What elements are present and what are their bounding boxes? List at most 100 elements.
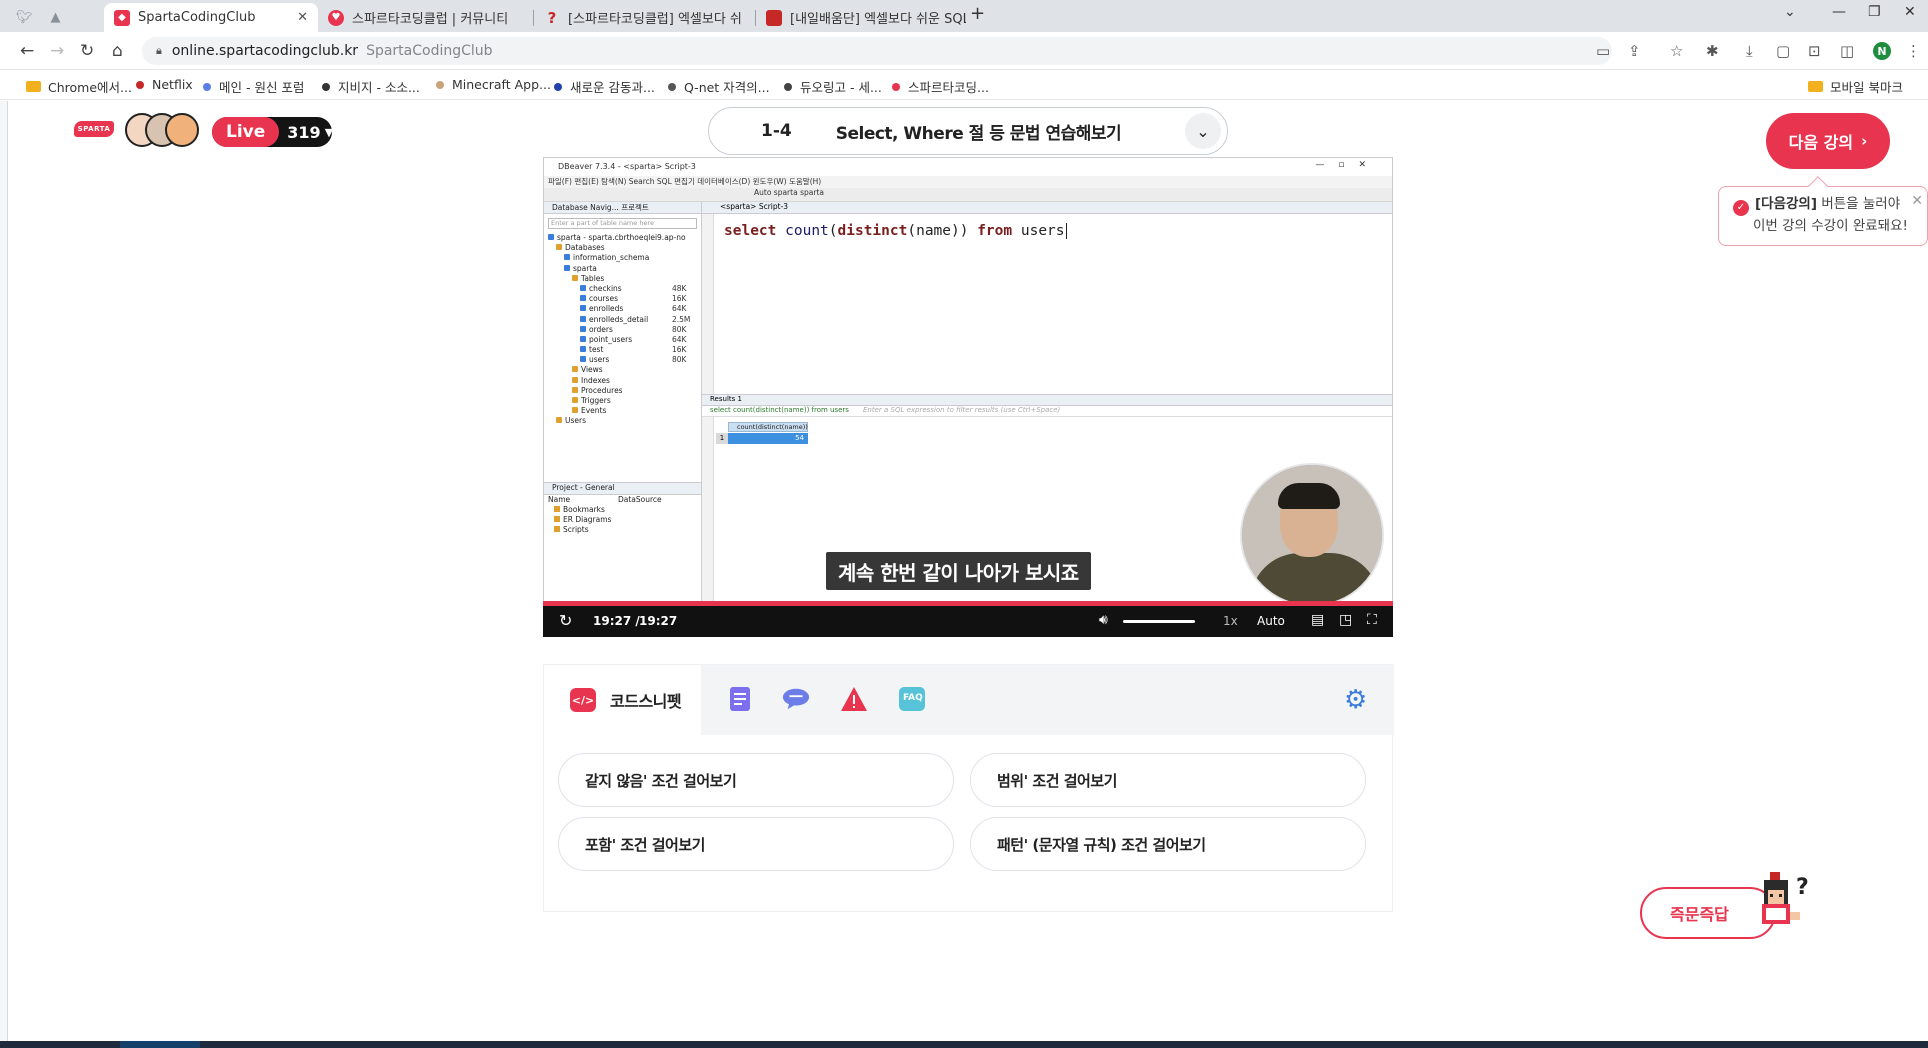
bookmark-item[interactable]: 지비지 - 소소... <box>322 77 420 96</box>
replay-icon[interactable]: ↻ <box>559 611 572 630</box>
close-icon[interactable]: ✕ <box>289 10 308 25</box>
close-window-icon[interactable]: ✕ <box>1904 4 1916 20</box>
svg-text:?: ? <box>1796 875 1809 900</box>
left-edge-strip <box>0 101 8 1041</box>
bookmark-item[interactable]: 메인 - 원신 포럼 <box>203 77 304 96</box>
tree-node-icon <box>572 407 578 414</box>
url-host: online.spartacodingclub.kr <box>171 43 359 59</box>
menu-kebab-icon[interactable]: ⋮ <box>1906 42 1921 60</box>
tab-title: [스파르타코딩클럽] 엑셀보다 쉬 <box>568 12 742 27</box>
captions-icon[interactable]: ▤ <box>1311 612 1324 628</box>
back-icon[interactable]: ← <box>20 41 34 61</box>
profile-avatar[interactable]: N <box>1873 42 1891 60</box>
check-icon: ✓ <box>1733 199 1749 216</box>
tree-node-icon <box>564 264 570 271</box>
fullscreen-icon[interactable]: ⛶ <box>1367 612 1377 628</box>
bookmark-item[interactable]: Netflix <box>136 77 193 92</box>
snippet-button[interactable]: 범위' 조건 걸어보기 <box>970 753 1366 807</box>
faq-icon[interactable]: FAQ <box>898 685 926 713</box>
snippet-button[interactable]: 같지 않음' 조건 걸어보기 <box>558 753 954 807</box>
bookmark-item[interactable]: Q-net 자격의... <box>668 77 770 96</box>
mobile-bookmarks[interactable]: 모바일 북마크 <box>1808 77 1903 96</box>
download-icon[interactable]: ⤓ <box>1746 42 1753 60</box>
volume-icon[interactable]: 🔊︎ <box>1099 612 1108 628</box>
new-tab-button[interactable]: + <box>970 3 985 24</box>
tree-node-size: 80K <box>672 324 687 334</box>
next-lecture-button[interactable]: 다음 강의 › <box>1766 113 1890 169</box>
results-filter: select count(distinct(name)) from users E… <box>702 406 1392 417</box>
snippet-panel: </> 코드스니펫 FAQ ⚙ 같지 않음' 조건 걸어보기 범위' 조건 걸어… <box>543 664 1394 912</box>
tree-node-label: Procedures <box>581 385 623 395</box>
tab-community[interactable]: ♥ 스파르타코딩클럽 | 커뮤니티 <box>318 3 532 32</box>
home-icon[interactable]: ⌂ <box>112 41 123 61</box>
reload-icon[interactable]: ↻ <box>80 41 94 61</box>
live-count: 319 <box>287 122 321 142</box>
site-icon <box>554 82 562 91</box>
warning-icon[interactable] <box>840 685 868 713</box>
bookmark-item[interactable]: 스파르타코딩... <box>892 77 989 96</box>
tree-node-icon <box>556 417 562 424</box>
dbeaver-window-controls-icon: —▫✕ <box>1315 160 1380 170</box>
live-counter[interactable]: Live 319 ▼ <box>212 117 333 147</box>
forward-icon[interactable]: → <box>50 41 64 61</box>
tree-node-label: orders <box>589 324 613 334</box>
cast-icon[interactable]: ▭ <box>1596 42 1610 60</box>
share-icon[interactable]: ⇪ <box>1628 42 1641 60</box>
quality-button[interactable]: Auto <box>1257 614 1285 628</box>
bookmark-item[interactable]: 듀오링고 - 세... <box>784 77 882 96</box>
genshin-icon <box>203 82 211 91</box>
live-viewer-avatars[interactable] <box>125 113 203 149</box>
tree-node-label: Users <box>565 416 587 426</box>
tab-pinned-icons[interactable]: 🐦︎ ▲ <box>6 3 106 32</box>
lecture-title: Select, Where 절 등 문법 연습해보기 <box>835 123 1122 144</box>
tab-sparta[interactable]: ◆ SpartaCodingClub ✕ <box>104 3 318 32</box>
chat-icon[interactable] <box>782 685 810 713</box>
address-bar[interactable]: 🔒︎ online.spartacodingclub.kr SpartaCodi… <box>142 37 1612 65</box>
project-col-name: Name <box>548 495 571 504</box>
results-row-number: 1 <box>716 433 728 444</box>
gear-icon[interactable]: ⚙ <box>1344 685 1367 715</box>
bookmark-star-icon[interactable]: ☆ <box>1670 42 1683 60</box>
chevron-down-icon[interactable]: ⌄ <box>1185 113 1221 149</box>
tab-search-icon[interactable]: ⌄ <box>1784 4 1796 20</box>
volume-slider[interactable] <box>1123 620 1195 623</box>
tree-node-icon <box>564 254 570 261</box>
navigator-tree-row: point_users 64K <box>544 335 701 345</box>
pip-icon[interactable]: ◳ <box>1339 612 1352 628</box>
extensions-icon[interactable]: ✱ <box>1706 42 1719 60</box>
tab-naeil[interactable]: [내일배움단] 엑셀보다 쉬운 SQL <box>756 3 966 32</box>
navigator-tree-row: Events <box>544 406 701 416</box>
snippet-button[interactable]: 포함' 조건 걸어보기 <box>558 817 954 871</box>
bookmark-label: Chrome에서... <box>48 80 132 95</box>
restore-icon[interactable]: ❐ <box>1868 4 1881 20</box>
speed-button[interactable]: 1x <box>1223 614 1238 628</box>
project-item: Scripts <box>544 525 701 535</box>
screenshot-icon[interactable]: ⊡ <box>1808 42 1821 60</box>
tab-groups-icon[interactable]: ▢ <box>1776 42 1790 60</box>
project-columns: Name DataSource <box>544 495 701 505</box>
dbeaver-title: DBeaver 7.3.4 - <sparta> Script-3 <box>558 162 696 171</box>
dbeaver-toolbar: Auto sparta sparta <box>544 188 1392 202</box>
bookmark-item[interactable]: 새로운 감동과... <box>554 77 655 96</box>
snippet-button[interactable]: 패턴' (문자열 규칙) 조건 걸어보기 <box>970 817 1366 871</box>
notes-icon[interactable] <box>726 685 754 713</box>
mascot-character-icon[interactable]: ? <box>1750 868 1822 940</box>
taskbar-active-app[interactable] <box>120 1041 200 1048</box>
duolingo-icon <box>784 82 792 91</box>
tree-node-label: sparta - sparta.cbrthoeqlei9.ap-no <box>557 233 686 242</box>
minimize-icon[interactable]: — <box>1832 4 1846 20</box>
tab-code-snippet[interactable]: </> 코드스니펫 <box>544 665 701 735</box>
tab-sparta-sql[interactable]: ? [스파르타코딩클럽] 엑셀보다 쉬 <box>534 3 754 32</box>
tree-node-icon <box>572 274 578 281</box>
bookmark-item[interactable]: Chrome에서... <box>26 77 132 96</box>
sparta-logo[interactable]: SPARTA <box>74 121 114 137</box>
faq-label: FAQ <box>903 693 923 703</box>
side-panel-icon[interactable]: ◫ <box>1840 42 1854 60</box>
video-subtitle: 계속 한번 같이 나아가 보시죠 <box>826 552 1091 590</box>
site-icon <box>322 82 330 91</box>
tree-node-label: point_users <box>589 334 633 344</box>
bookmark-item[interactable]: Minecraft App... <box>436 77 551 92</box>
lecture-selector[interactable]: 1-4 Select, Where 절 등 문법 연습해보기 ⌄ <box>708 107 1228 155</box>
folder-icon <box>1808 81 1823 92</box>
close-icon[interactable]: ✕ <box>1911 191 1923 212</box>
